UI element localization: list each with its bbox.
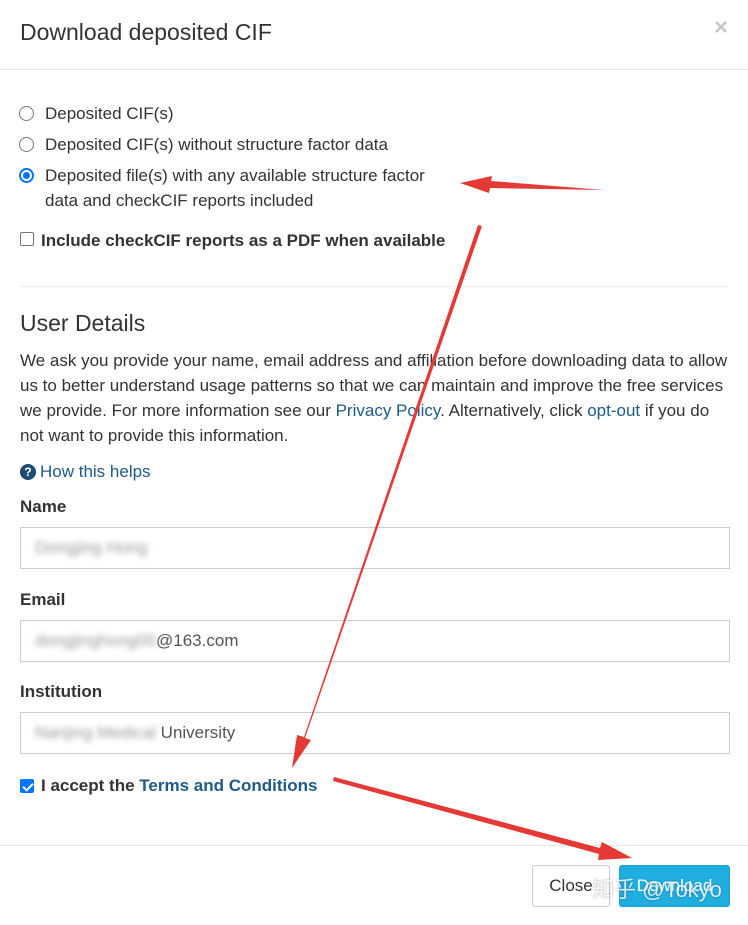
- modal-footer-divider: [0, 845, 748, 846]
- name-value-redacted: Dongjing Hong: [35, 538, 148, 557]
- email-label: Email: [20, 590, 66, 609]
- institution-label: Institution: [20, 682, 103, 701]
- question-circle-icon: ?: [20, 464, 36, 480]
- user-details-title: User Details: [20, 310, 146, 336]
- radio-label: Deposited CIF(s) without structure facto…: [45, 135, 388, 154]
- close-button[interactable]: Close: [532, 865, 610, 907]
- intro-text-2: . Alternatively, click: [440, 401, 588, 420]
- terms-row: I accept the Terms and Conditions: [41, 776, 317, 796]
- checkcif-pdf-label: Include checkCIF reports as a PDF when a…: [41, 231, 446, 250]
- radio-label-line1: Deposited file(s) with any available str…: [45, 166, 425, 185]
- institution-value-redacted: Nanjing Medical: [35, 723, 156, 742]
- radio-button[interactable]: [19, 106, 34, 121]
- close-icon[interactable]: ×: [714, 16, 728, 40]
- modal-header: Download deposited CIF ×: [0, 0, 748, 70]
- name-field[interactable]: Dongjing Hong: [20, 527, 730, 569]
- checkcif-pdf-checkbox[interactable]: [20, 232, 34, 246]
- institution-value-visible: University: [155, 723, 236, 742]
- email-field[interactable]: dongjinghong00@163.com: [20, 620, 730, 662]
- radio-label: Deposited file(s) with any available str…: [45, 163, 425, 213]
- name-label: Name: [20, 497, 67, 516]
- radio-button[interactable]: [19, 137, 34, 152]
- radio-label-line2: data and checkCIF reports included: [45, 191, 314, 210]
- arrow-to-terms-checkbox: [292, 225, 482, 768]
- how-this-helps-label: How this helps: [40, 462, 151, 481]
- email-value-domain: @163.com: [156, 631, 239, 650]
- terms-link[interactable]: Terms and Conditions: [139, 776, 317, 795]
- radio-button-selected[interactable]: [19, 168, 34, 183]
- opt-out-link[interactable]: opt-out: [587, 401, 640, 420]
- arrow-to-download-button: [333, 777, 632, 860]
- modal-title: Download deposited CIF: [20, 19, 272, 45]
- institution-field[interactable]: Nanjing Medical University: [20, 712, 730, 754]
- radio-label: Deposited CIF(s): [45, 104, 174, 123]
- user-details-intro: We ask you provide your name, email addr…: [20, 348, 732, 448]
- terms-checkbox[interactable]: [20, 779, 34, 793]
- how-this-helps-link[interactable]: ? How this helps: [20, 462, 151, 482]
- terms-prefix: I accept the: [41, 776, 140, 795]
- download-button[interactable]: Download: [619, 865, 730, 907]
- privacy-policy-link[interactable]: Privacy Policy: [336, 401, 441, 420]
- section-divider: [20, 286, 728, 287]
- arrow-to-radio-option: [460, 176, 604, 193]
- email-value-redacted: dongjinghong00: [35, 631, 157, 650]
